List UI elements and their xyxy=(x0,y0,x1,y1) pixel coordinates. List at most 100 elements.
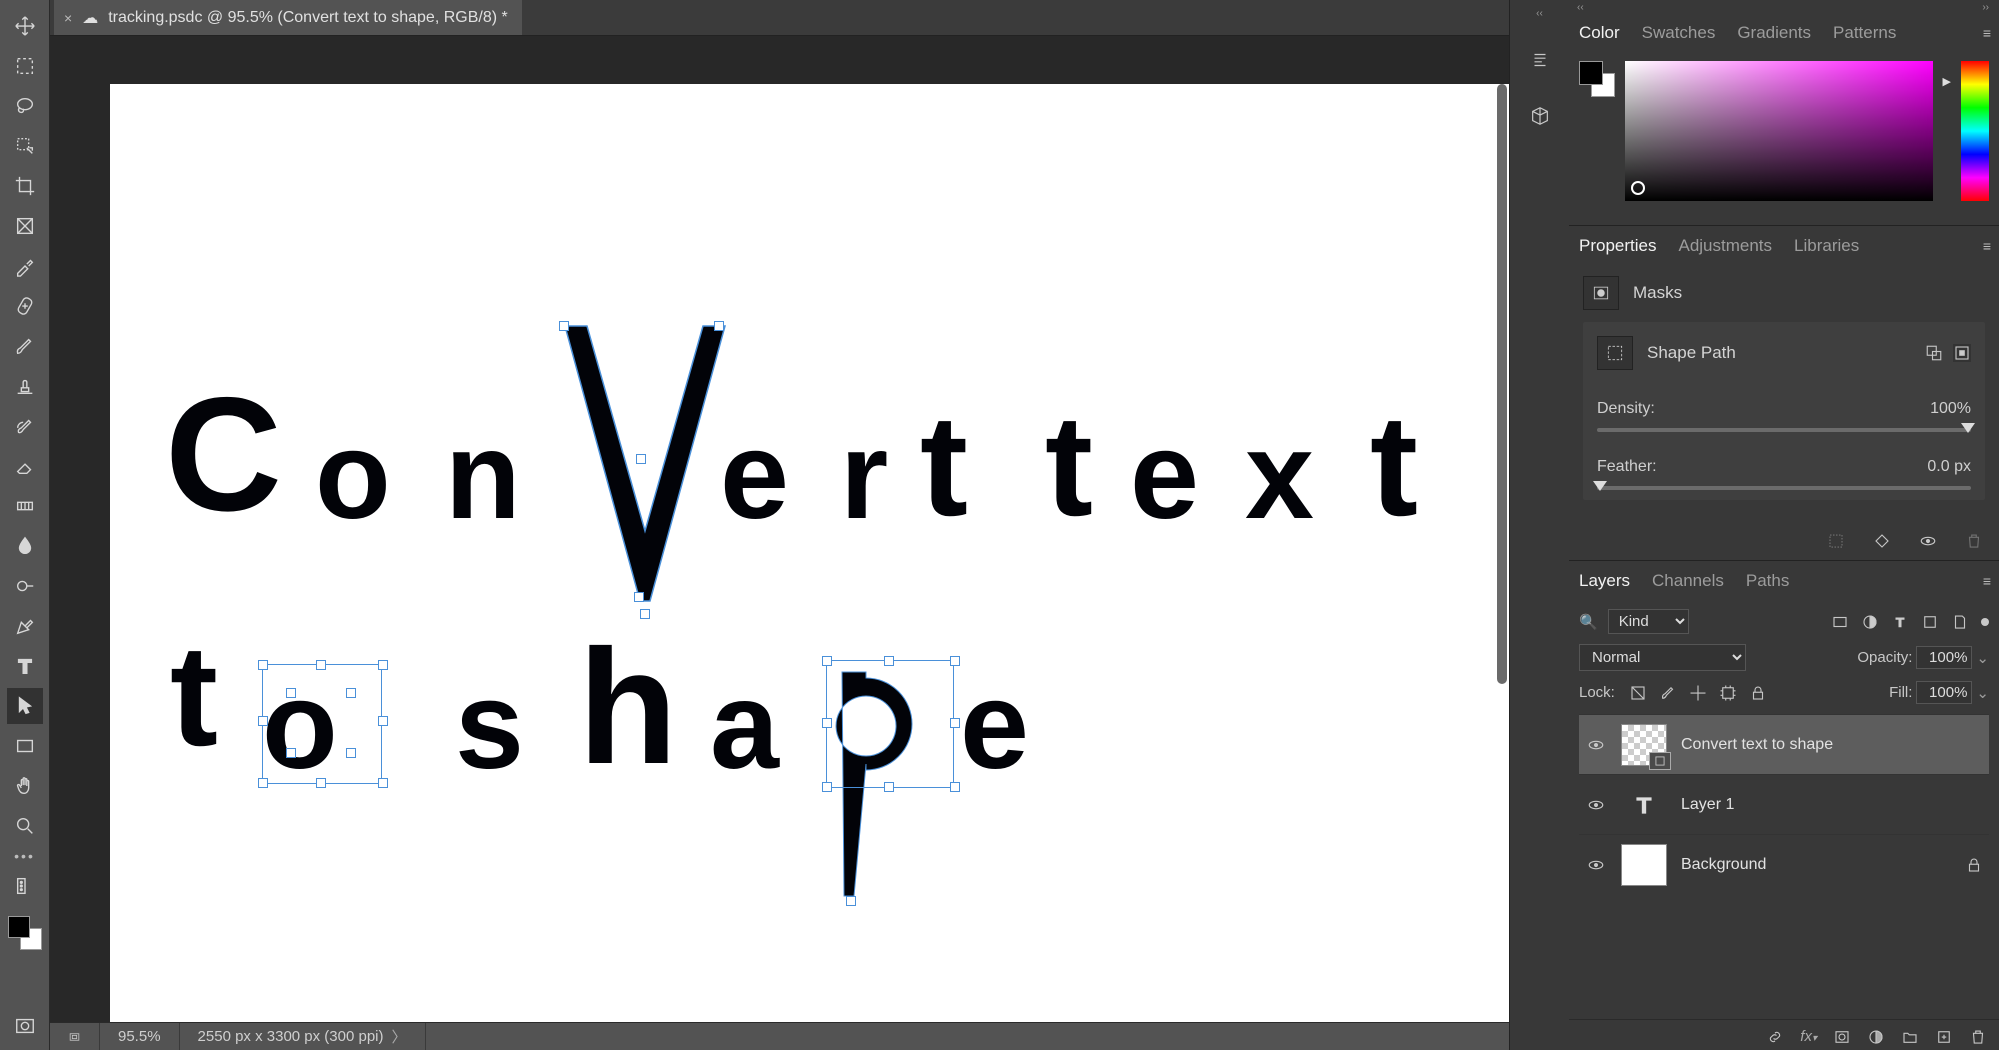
canvas-scrollbar[interactable] xyxy=(1497,84,1507,684)
tab-patterns[interactable]: Patterns xyxy=(1833,23,1896,43)
spectrum-expand-icon[interactable]: ▶ xyxy=(1943,75,1951,88)
status-icon[interactable] xyxy=(50,1023,100,1050)
path-selection-tool[interactable] xyxy=(7,688,43,724)
zoom-tool[interactable] xyxy=(7,808,43,844)
delete-mask-icon[interactable] xyxy=(1965,532,1983,550)
panels-collapse-handle[interactable]: ‹‹ xyxy=(1577,2,1584,13)
tab-paths[interactable]: Paths xyxy=(1746,571,1789,591)
foreground-background-swatch[interactable] xyxy=(8,916,42,950)
crop-tool[interactable] xyxy=(7,168,43,204)
document-tab[interactable]: × ☁ tracking.psdc @ 95.5% (Convert text … xyxy=(54,0,522,35)
gradient-tool[interactable] xyxy=(7,488,43,524)
layer-filter-kind[interactable]: Kind xyxy=(1608,609,1689,634)
tab-color[interactable]: Color xyxy=(1579,23,1620,43)
status-zoom[interactable]: 95.5% xyxy=(100,1023,180,1050)
frame-tool[interactable] xyxy=(7,208,43,244)
rectangle-tool[interactable] xyxy=(7,728,43,764)
lock-transparent-icon[interactable] xyxy=(1629,684,1647,702)
new-layer-icon[interactable] xyxy=(1935,1028,1953,1046)
link-layers-icon[interactable] xyxy=(1766,1028,1784,1046)
color-panel-menu-icon[interactable]: ≡ xyxy=(1983,25,1991,41)
layer-row[interactable]: Background xyxy=(1579,834,1989,894)
layer-row[interactable]: Layer 1 xyxy=(1579,774,1989,834)
add-mask-icon[interactable] xyxy=(1925,344,1943,362)
feather-slider[interactable] xyxy=(1597,486,1971,490)
selection-tool[interactable] xyxy=(7,128,43,164)
marquee-tool[interactable] xyxy=(7,48,43,84)
paragraph-panel-icon[interactable] xyxy=(1525,45,1555,75)
panels-overflow-handle[interactable]: ›› xyxy=(1982,2,1989,13)
layer-name[interactable]: Layer 1 xyxy=(1681,796,1983,814)
visibility-icon[interactable] xyxy=(1587,796,1605,814)
status-dims[interactable]: 2550 px x 3300 px (300 ppi)〉 xyxy=(180,1023,426,1050)
lock-position-icon[interactable] xyxy=(1689,684,1707,702)
lock-artboard-icon[interactable] xyxy=(1719,684,1737,702)
blur-tool[interactable] xyxy=(7,528,43,564)
eyedropper-tool[interactable] xyxy=(7,248,43,284)
opacity-dropdown-icon[interactable]: ⌄ xyxy=(1976,649,1989,667)
lock-pixels-icon[interactable] xyxy=(1659,684,1677,702)
layer-name[interactable]: Background xyxy=(1681,856,1951,874)
visibility-icon[interactable] xyxy=(1587,736,1605,754)
color-spectrum[interactable] xyxy=(1625,61,1933,201)
mask-icon[interactable] xyxy=(1833,1028,1851,1046)
group-icon[interactable] xyxy=(1901,1028,1919,1046)
visibility-icon[interactable] xyxy=(1587,856,1605,874)
quick-mask-toggle[interactable] xyxy=(7,1008,43,1044)
tab-properties[interactable]: Properties xyxy=(1579,236,1656,256)
brush-tool[interactable] xyxy=(7,328,43,364)
type-tool[interactable] xyxy=(7,648,43,684)
layer-row[interactable]: Convert text to shape xyxy=(1579,714,1989,774)
density-value[interactable]: 100% xyxy=(1930,400,1971,418)
healing-tool[interactable] xyxy=(7,288,43,324)
filter-pixel-icon[interactable] xyxy=(1831,613,1849,631)
canvas[interactable]: C o n e r t t e x t t xyxy=(110,84,1509,1022)
feather-value[interactable]: 0.0 px xyxy=(1927,458,1971,476)
blend-mode-select[interactable]: Normal xyxy=(1579,644,1746,671)
properties-panel-menu-icon[interactable]: ≡ xyxy=(1983,238,1991,254)
toggle-mask-icon[interactable] xyxy=(1919,532,1937,550)
eraser-tool[interactable] xyxy=(7,448,43,484)
tab-channels[interactable]: Channels xyxy=(1652,571,1724,591)
color-swatch[interactable] xyxy=(1579,61,1615,97)
delete-layer-icon[interactable] xyxy=(1969,1028,1987,1046)
fill-dropdown-icon[interactable]: ⌄ xyxy=(1976,684,1989,702)
collapse-handle[interactable]: ‹‹ xyxy=(1536,8,1543,19)
3d-panel-icon[interactable] xyxy=(1525,101,1555,131)
layers-panel-menu-icon[interactable]: ≡ xyxy=(1983,573,1991,589)
glyph-V-path[interactable] xyxy=(555,321,735,611)
lasso-tool[interactable] xyxy=(7,88,43,124)
tab-swatches[interactable]: Swatches xyxy=(1642,23,1716,43)
close-tab-icon[interactable]: × xyxy=(64,10,72,26)
history-brush-tool[interactable] xyxy=(7,408,43,444)
filter-adjust-icon[interactable] xyxy=(1861,613,1879,631)
mask-edge-icon[interactable] xyxy=(1827,532,1845,550)
fill-input[interactable] xyxy=(1916,681,1972,704)
adjustment-icon[interactable] xyxy=(1867,1028,1885,1046)
glyph-t2: t xyxy=(1045,394,1093,538)
opacity-input[interactable] xyxy=(1916,646,1972,669)
filter-type-icon[interactable] xyxy=(1891,613,1909,631)
filter-toggle-icon[interactable] xyxy=(1981,618,1989,626)
select-mask-icon[interactable] xyxy=(1953,344,1971,362)
tools-overflow[interactable]: ••• xyxy=(14,848,35,864)
fx-icon[interactable]: fx▾ xyxy=(1800,1028,1817,1046)
hand-tool[interactable] xyxy=(7,768,43,804)
tab-layers[interactable]: Layers xyxy=(1579,571,1630,591)
stamp-tool[interactable] xyxy=(7,368,43,404)
hue-strip[interactable] xyxy=(1961,61,1989,201)
invert-mask-icon[interactable] xyxy=(1873,532,1891,550)
layer-name[interactable]: Convert text to shape xyxy=(1681,736,1983,754)
canvas-area[interactable]: C o n e r t t e x t t xyxy=(50,36,1509,1022)
filter-shape-icon[interactable] xyxy=(1921,613,1939,631)
filter-smart-icon[interactable] xyxy=(1951,613,1969,631)
tab-libraries[interactable]: Libraries xyxy=(1794,236,1859,256)
pen-tool[interactable] xyxy=(7,608,43,644)
tab-adjustments[interactable]: Adjustments xyxy=(1678,236,1772,256)
lock-all-icon[interactable] xyxy=(1749,684,1767,702)
tab-gradients[interactable]: Gradients xyxy=(1737,23,1811,43)
density-slider[interactable] xyxy=(1597,428,1971,432)
dodge-tool[interactable] xyxy=(7,568,43,604)
move-tool[interactable] xyxy=(7,8,43,44)
edit-toolbar[interactable] xyxy=(7,868,43,904)
